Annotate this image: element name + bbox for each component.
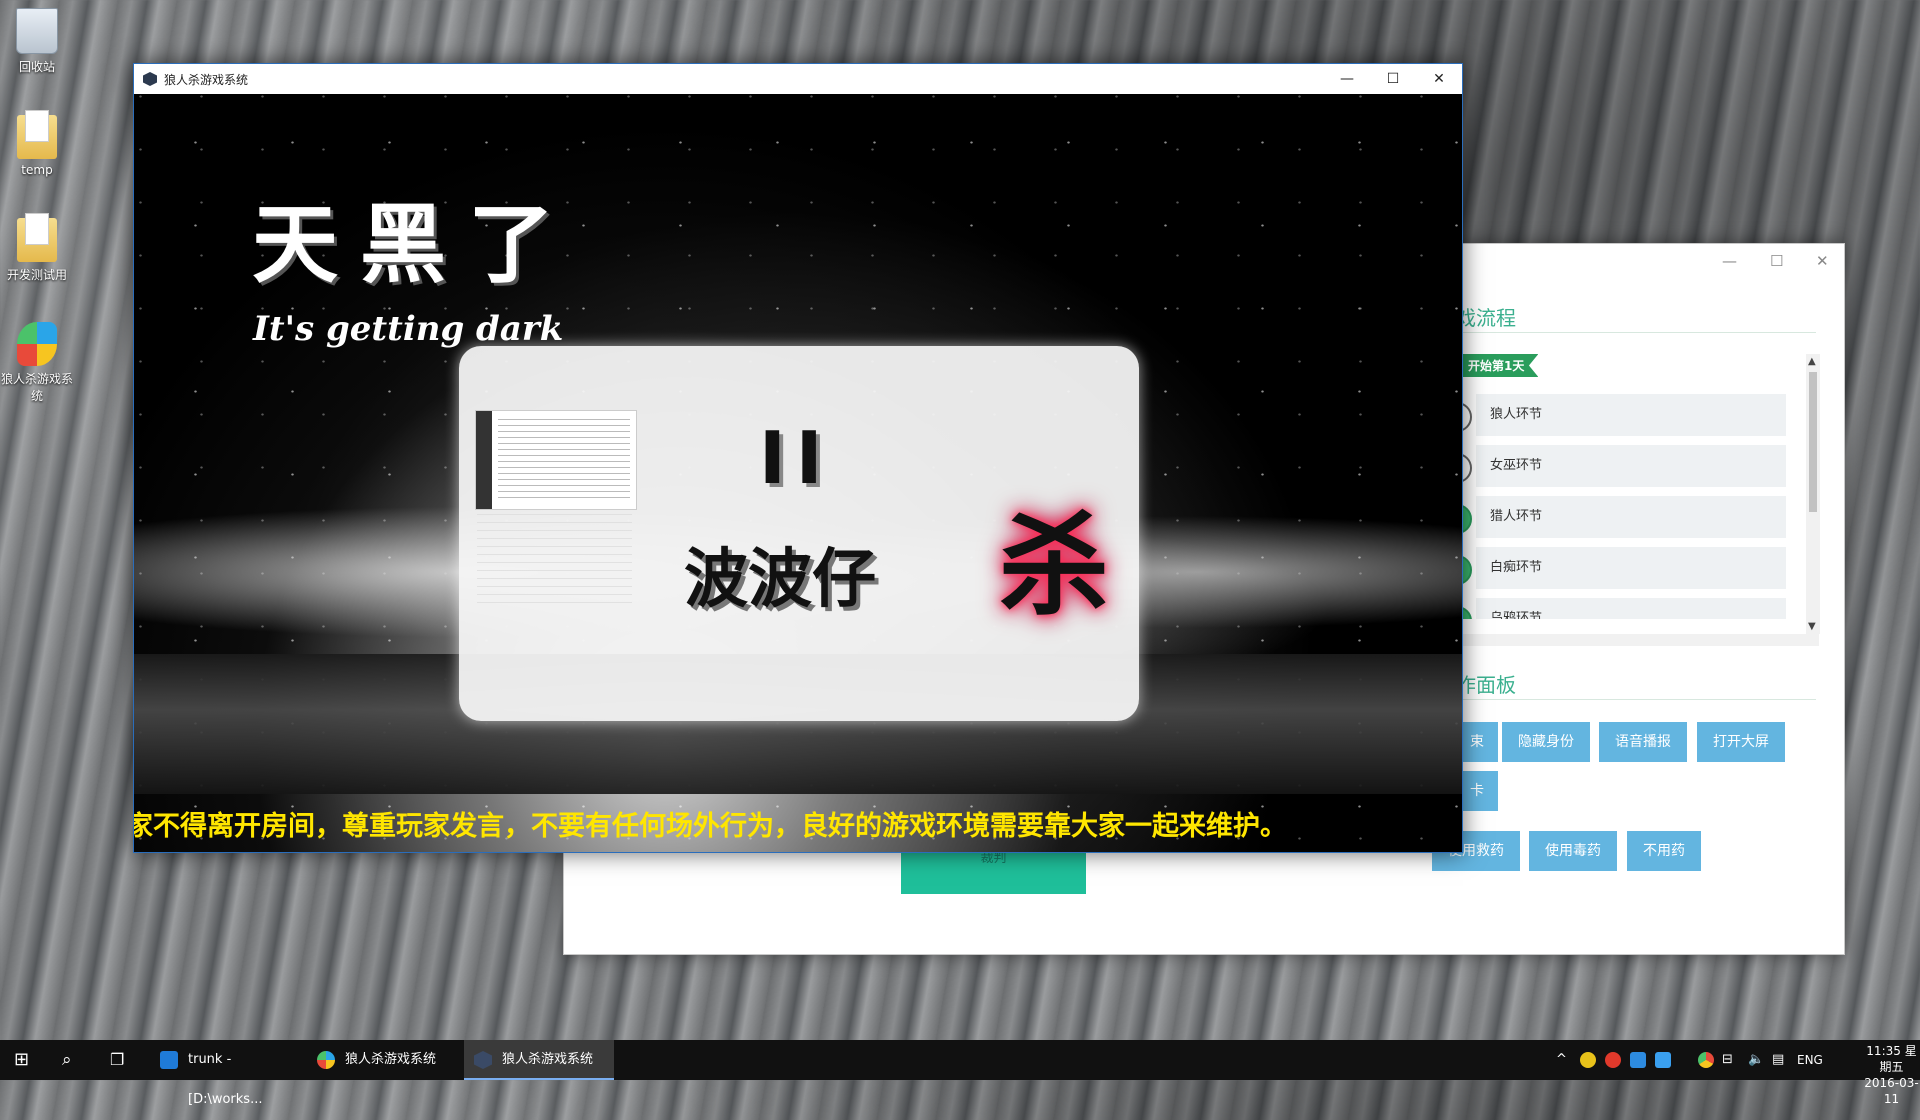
list-item[interactable]: 猎人环节 — [1456, 496, 1786, 538]
night-subheading: It's getting dark — [253, 309, 564, 349]
kill-mark: 杀 — [999, 502, 1109, 630]
desktop-icon-recycle-bin[interactable]: 回收站 — [0, 8, 77, 75]
search-icon[interactable]: ⌕ — [62, 1040, 72, 1080]
list-item[interactable]: 白痴环节 — [1456, 547, 1786, 589]
ide-icon — [160, 1051, 178, 1069]
app-icon — [474, 1051, 492, 1069]
network-icon[interactable]: ⊟ — [1722, 1040, 1733, 1080]
document-thumbnail — [477, 514, 632, 609]
maximize-button[interactable]: ☐ — [1370, 64, 1416, 94]
divider — [1456, 332, 1816, 333]
desktop-icon-label: temp — [21, 163, 53, 177]
language-indicator[interactable]: ENG — [1797, 1040, 1823, 1080]
recycle-bin-icon — [16, 8, 58, 54]
night-heading: 天黑了 — [252, 194, 576, 295]
desktop-icon-dev-test[interactable]: 开发测试用 — [0, 213, 77, 283]
folder-icon — [17, 110, 57, 159]
scroll-up-icon[interactable]: ▲ — [1808, 356, 1816, 367]
taskbar: ⊞ ⌕ ❐ trunk - [D:\works... 狼人杀游戏系统 狼人杀游戏… — [0, 1040, 1920, 1107]
tray-app-icon[interactable] — [1655, 1052, 1671, 1068]
desktop-icon-label: 回收站 — [18, 60, 55, 74]
use-poison-button[interactable]: 使用毒药 — [1529, 831, 1617, 871]
app-icon — [143, 72, 157, 86]
desktop-icon-label: 狼人杀游戏系统 — [0, 372, 73, 403]
close-button[interactable]: ✕ — [1816, 252, 1829, 270]
tray-app-icon[interactable] — [1630, 1052, 1646, 1068]
tray-app-icon[interactable] — [1605, 1052, 1621, 1068]
scroll-down-icon[interactable]: ▼ — [1808, 621, 1816, 632]
volume-icon[interactable]: 🔈 — [1748, 1040, 1764, 1080]
list-item[interactable]: 女巫环节 — [1456, 445, 1786, 487]
desktop-icon-label: 开发测试用 — [6, 268, 67, 282]
hide-identity-button[interactable]: 隐藏身份 — [1502, 722, 1590, 762]
pause-icon: II — [759, 416, 833, 500]
thumbnail-sidebar — [476, 411, 492, 509]
no-potion-button[interactable]: 不用药 — [1627, 831, 1701, 871]
step-label: 狼人环节 — [1476, 394, 1786, 436]
windows-start-icon[interactable]: ⊞ — [14, 1040, 29, 1080]
player-name: 波波仔 — [684, 543, 876, 617]
taskbar-clock[interactable]: 11:35 星期五 2016-03-11 — [1863, 1043, 1920, 1107]
app-shortcut-icon — [17, 322, 57, 366]
taskbar-task-ide[interactable]: trunk - [D:\works... — [150, 1040, 300, 1107]
desktop-icon-werewolf-app[interactable]: 狼人杀游戏系统 — [0, 322, 77, 404]
judge-button[interactable]: 裁判 — [901, 849, 1086, 894]
divider — [1456, 699, 1816, 700]
chrome-icon[interactable] — [1698, 1052, 1714, 1068]
step-list: 狼人环节 女巫环节 猎人环节 白痴环节 乌鸦环节 — [1456, 394, 1786, 619]
folder-icon — [17, 213, 57, 262]
close-button[interactable]: ✕ — [1416, 64, 1462, 94]
thumbnail-content — [498, 419, 630, 503]
maximize-button[interactable]: ☐ — [1770, 252, 1783, 270]
clock-time: 11:35 星期五 — [1866, 1044, 1917, 1074]
taskbar-task-werewolf-2[interactable]: 狼人杀游戏系统 — [464, 1040, 614, 1080]
tray-app-icon[interactable] — [1580, 1052, 1596, 1068]
section-title-flow: 戏流程 — [1456, 306, 1516, 330]
night-scene: 天黑了 It's getting dark II 波波仔 杀 家不得离开房间，尊… — [134, 94, 1462, 852]
window-title: 狼人杀游戏系统 — [164, 73, 249, 87]
scrollbar-thumb[interactable] — [1809, 372, 1817, 512]
task-label: 狼人杀游戏系统 — [345, 1052, 437, 1067]
list-item[interactable]: 乌鸦环节 — [1456, 598, 1786, 619]
app-shortcut-icon — [317, 1051, 335, 1069]
day-flag: 开始第1天 — [1460, 354, 1539, 377]
window-titlebar[interactable]: 狼人杀游戏系统 — ☐ ✕ — [134, 64, 1462, 94]
task-view-icon[interactable]: ❐ — [110, 1040, 124, 1080]
step-label: 白痴环节 — [1476, 547, 1786, 589]
horizontal-scrollbar[interactable] — [1444, 634, 1819, 646]
step-label: 猎人环节 — [1476, 496, 1786, 538]
voice-broadcast-button[interactable]: 语音播报 — [1599, 722, 1687, 762]
task-label: 狼人杀游戏系统 — [502, 1052, 594, 1067]
desktop-icon-temp[interactable]: temp — [0, 110, 77, 177]
step-label: 乌鸦环节 — [1476, 598, 1786, 619]
rules-notice: 家不得离开房间，尊重玩家发言，不要有任何场外行为，良好的游戏环境需要靠大家一起来… — [134, 811, 1287, 842]
screenshot-thumbnail — [475, 410, 637, 510]
open-big-screen-button[interactable]: 打开大屏 — [1697, 722, 1785, 762]
vertical-scrollbar[interactable]: ▲ ▼ — [1806, 354, 1820, 634]
show-hidden-icons-icon[interactable]: ^ — [1556, 1040, 1567, 1080]
taskbar-task-werewolf-1[interactable]: 狼人杀游戏系统 — [307, 1040, 457, 1080]
big-screen-window: 狼人杀游戏系统 — ☐ ✕ 天黑了 It's getting dark II 波… — [133, 63, 1463, 853]
kill-announcement-card: II 波波仔 杀 — [459, 346, 1139, 721]
notifications-icon[interactable]: ▤ — [1772, 1040, 1784, 1080]
minimize-button[interactable]: — — [1324, 64, 1370, 94]
step-label: 女巫环节 — [1476, 445, 1786, 487]
section-title-panel: 作面板 — [1456, 673, 1516, 697]
minimize-button[interactable]: — — [1722, 252, 1737, 270]
list-item[interactable]: 狼人环节 — [1456, 394, 1786, 436]
